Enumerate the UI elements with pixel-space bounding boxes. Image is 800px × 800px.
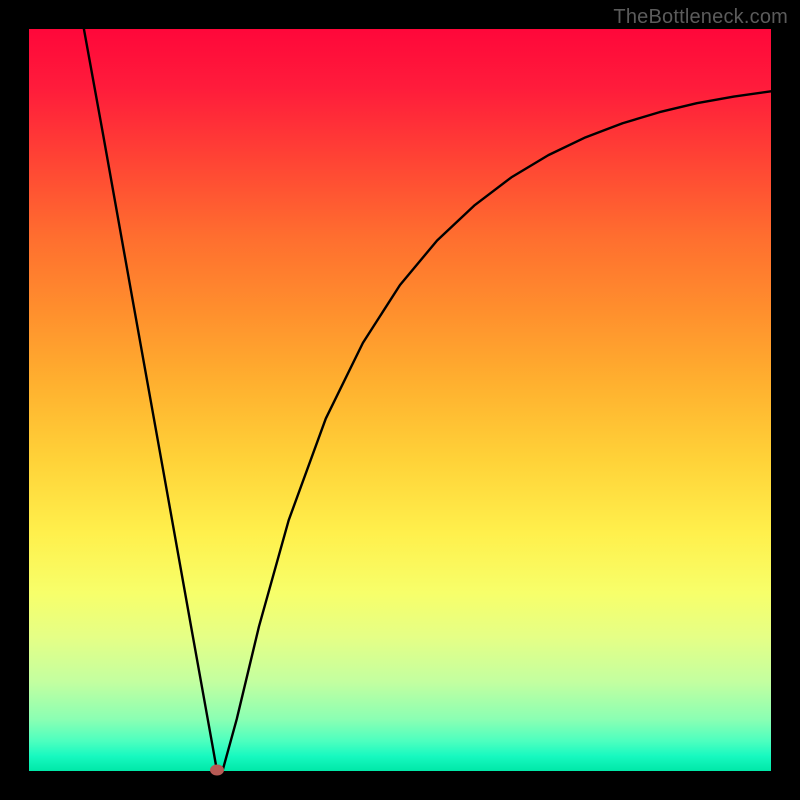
curve-left-branch <box>84 29 217 770</box>
minimum-marker-dot <box>210 764 224 775</box>
watermark-text: TheBottleneck.com <box>613 6 788 29</box>
curve-layer <box>29 29 771 771</box>
curve-right-branch <box>223 91 771 770</box>
chart-frame: TheBottleneck.com <box>0 0 800 800</box>
